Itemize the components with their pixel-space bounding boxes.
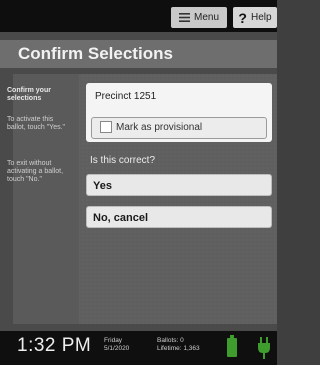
menu-icon <box>178 13 190 22</box>
instructions-activate: To activate this ballot, touch "Yes." <box>7 116 66 131</box>
confirmation-question: Is this correct? <box>90 155 156 166</box>
top-bar: Menu ? Help <box>0 0 277 32</box>
menu-label: Menu <box>193 12 219 23</box>
cancel-label: No, cancel <box>93 212 149 224</box>
ballot-counter: Ballots: 0 Lifetime: 1,363 <box>157 337 200 353</box>
day-label: Friday <box>104 337 123 344</box>
clock-time: 1:32 PM <box>17 335 92 356</box>
lifetime-count: Lifetime: 1,363 <box>157 345 200 352</box>
provisional-label: Mark as provisional <box>116 122 203 133</box>
cancel-button[interactable]: No, cancel <box>86 206 272 228</box>
precinct-label: Precinct 1251 <box>95 91 157 102</box>
yes-label: Yes <box>93 180 112 192</box>
date-label: 5/1/2020 <box>104 345 130 352</box>
ballots-count: Ballots: 0 <box>157 337 184 344</box>
page-title: Confirm Selections <box>18 44 173 63</box>
instructions-heading: Confirm your selections <box>7 87 51 102</box>
question-mark-icon: ? <box>238 9 247 26</box>
power-plug-icon <box>258 337 270 359</box>
instructions-panel <box>13 74 79 324</box>
instructions-exit: To exit without activating a ballot, tou… <box>7 160 64 183</box>
date-display: Friday 5/1/2020 <box>104 337 129 353</box>
ballot-screen: Menu ? Help Confirm Selections Confirm y… <box>0 0 277 365</box>
yes-button[interactable]: Yes <box>86 174 272 196</box>
battery-icon <box>227 335 237 357</box>
help-button[interactable]: ? Help <box>233 7 277 28</box>
title-band: Confirm Selections <box>0 40 277 68</box>
menu-button[interactable]: Menu <box>171 7 227 28</box>
provisional-checkbox[interactable] <box>100 121 112 133</box>
help-label: Help <box>250 12 272 23</box>
